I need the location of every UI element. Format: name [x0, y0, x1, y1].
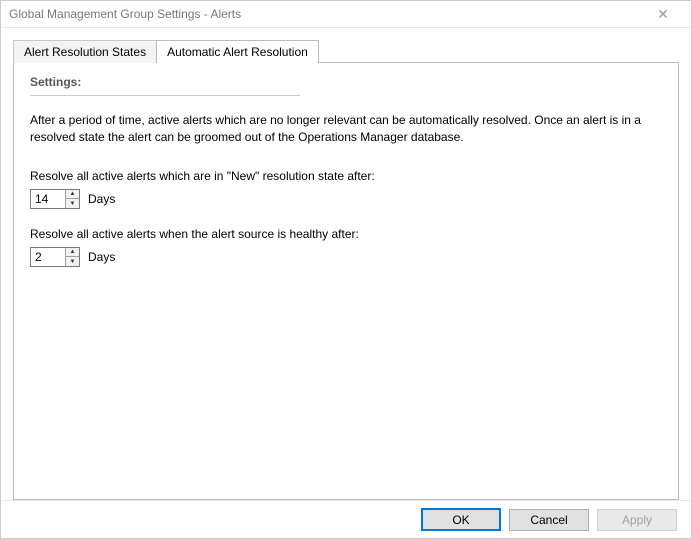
- titlebar: Global Management Group Settings - Alert…: [1, 1, 691, 28]
- field-label-new-state-days: Resolve all active alerts which are in "…: [30, 169, 662, 183]
- healthy-source-days-input[interactable]: [31, 248, 65, 266]
- unit-label-days: Days: [88, 192, 115, 206]
- cancel-button[interactable]: Cancel: [509, 509, 589, 531]
- description-text: After a period of time, active alerts wh…: [30, 112, 650, 147]
- new-state-days-stepper[interactable]: ▲ ▼: [30, 189, 80, 209]
- stepper-arrows: ▲ ▼: [65, 190, 79, 208]
- close-icon[interactable]: ✕: [643, 6, 683, 23]
- new-state-days-input[interactable]: [31, 190, 65, 208]
- step-up-icon[interactable]: ▲: [66, 248, 79, 258]
- field-row-new-state-days: ▲ ▼ Days: [30, 189, 662, 209]
- tab-panel-automatic-alert-resolution: Settings: After a period of time, active…: [13, 62, 679, 500]
- healthy-source-days-stepper[interactable]: ▲ ▼: [30, 247, 80, 267]
- field-row-healthy-source-days: ▲ ▼ Days: [30, 247, 662, 267]
- stepper-arrows: ▲ ▼: [65, 248, 79, 266]
- button-bar: OK Cancel Apply: [1, 500, 691, 538]
- window-title: Global Management Group Settings - Alert…: [9, 7, 643, 21]
- divider: [30, 95, 300, 96]
- tab-alert-resolution-states[interactable]: Alert Resolution States: [13, 40, 157, 63]
- field-label-healthy-source-days: Resolve all active alerts when the alert…: [30, 227, 662, 241]
- dialog-body: Alert Resolution States Automatic Alert …: [1, 28, 691, 500]
- dialog-window: Global Management Group Settings - Alert…: [0, 0, 692, 539]
- unit-label-days: Days: [88, 250, 115, 264]
- step-down-icon[interactable]: ▼: [66, 199, 79, 208]
- step-down-icon[interactable]: ▼: [66, 257, 79, 266]
- tab-label: Automatic Alert Resolution: [167, 45, 308, 59]
- ok-button[interactable]: OK: [421, 508, 501, 531]
- apply-button: Apply: [597, 509, 677, 531]
- tab-strip: Alert Resolution States Automatic Alert …: [13, 38, 679, 63]
- settings-header: Settings:: [30, 75, 662, 89]
- tab-label: Alert Resolution States: [24, 45, 146, 59]
- step-up-icon[interactable]: ▲: [66, 190, 79, 200]
- tab-automatic-alert-resolution[interactable]: Automatic Alert Resolution: [156, 40, 319, 63]
